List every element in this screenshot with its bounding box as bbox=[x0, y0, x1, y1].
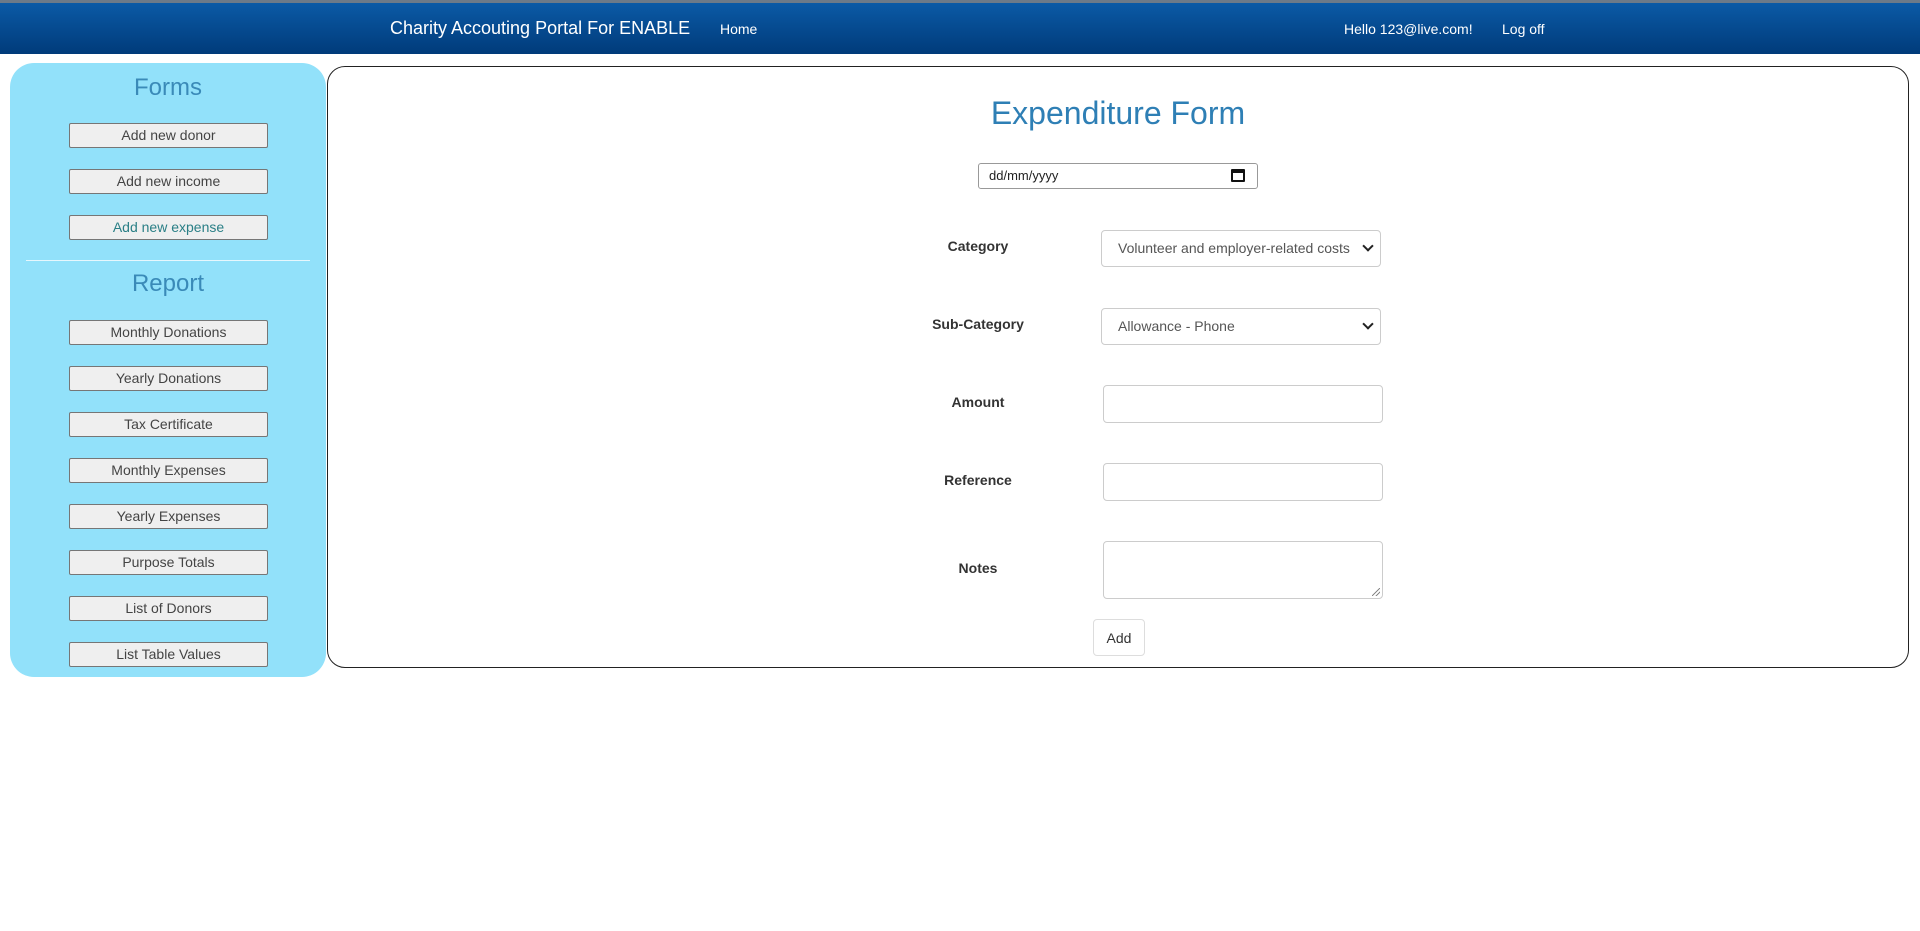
notes-label: Notes bbox=[958, 560, 998, 576]
add-new-donor-button[interactable]: Add new donor bbox=[69, 123, 268, 148]
date-placeholder: dd/mm/yyyy bbox=[989, 168, 1059, 183]
expenditure-form-panel: Expenditure Form dd/mm/yyyy Category Vol… bbox=[327, 66, 1909, 668]
chevron-down-icon bbox=[1362, 240, 1374, 252]
brand-link[interactable]: Charity Accouting Portal For ENABLE bbox=[390, 18, 690, 39]
subcategory-selected-value: Allowance - Phone bbox=[1118, 318, 1235, 334]
list-table-values-button[interactable]: List Table Values bbox=[69, 642, 268, 667]
nav-home-link[interactable]: Home bbox=[720, 21, 757, 37]
yearly-expenses-button[interactable]: Yearly Expenses bbox=[69, 504, 268, 529]
amount-label: Amount bbox=[951, 394, 1005, 410]
user-greeting-link[interactable]: Hello 123@live.com! bbox=[1344, 21, 1473, 37]
add-new-income-button[interactable]: Add new income bbox=[69, 169, 268, 194]
logoff-link[interactable]: Log off bbox=[1502, 21, 1545, 37]
forms-heading: Forms bbox=[134, 74, 202, 101]
list-of-donors-button[interactable]: List of Donors bbox=[69, 596, 268, 621]
reference-label: Reference bbox=[944, 472, 1012, 488]
add-button[interactable]: Add bbox=[1093, 619, 1145, 656]
purpose-totals-button[interactable]: Purpose Totals bbox=[69, 550, 268, 575]
calendar-icon[interactable] bbox=[1231, 169, 1245, 182]
category-selected-value: Volunteer and employer-related costs bbox=[1118, 240, 1350, 256]
chevron-down-icon bbox=[1362, 318, 1374, 330]
tax-certificate-button[interactable]: Tax Certificate bbox=[69, 412, 268, 437]
amount-input[interactable] bbox=[1103, 385, 1383, 423]
page-title: Expenditure Form bbox=[990, 95, 1246, 131]
add-new-expense-button[interactable]: Add new expense bbox=[69, 215, 268, 240]
report-heading: Report bbox=[131, 270, 205, 297]
category-select[interactable]: Volunteer and employer-related costs bbox=[1101, 230, 1381, 267]
resize-handle-icon[interactable] bbox=[1372, 588, 1380, 596]
date-input[interactable]: dd/mm/yyyy bbox=[978, 163, 1258, 189]
category-label: Category bbox=[947, 238, 1009, 254]
monthly-expenses-button[interactable]: Monthly Expenses bbox=[69, 458, 268, 483]
yearly-donations-button[interactable]: Yearly Donations bbox=[69, 366, 268, 391]
sidebar-divider bbox=[26, 260, 310, 261]
monthly-donations-button[interactable]: Monthly Donations bbox=[69, 320, 268, 345]
subcategory-label: Sub-Category bbox=[932, 316, 1024, 332]
sidebar: Forms Add new donor Add new income Add n… bbox=[10, 63, 326, 677]
reference-input[interactable] bbox=[1103, 463, 1383, 501]
subcategory-select[interactable]: Allowance - Phone bbox=[1101, 308, 1381, 345]
top-navbar: Charity Accouting Portal For ENABLE Home… bbox=[0, 0, 1920, 54]
notes-textarea[interactable] bbox=[1103, 541, 1383, 599]
